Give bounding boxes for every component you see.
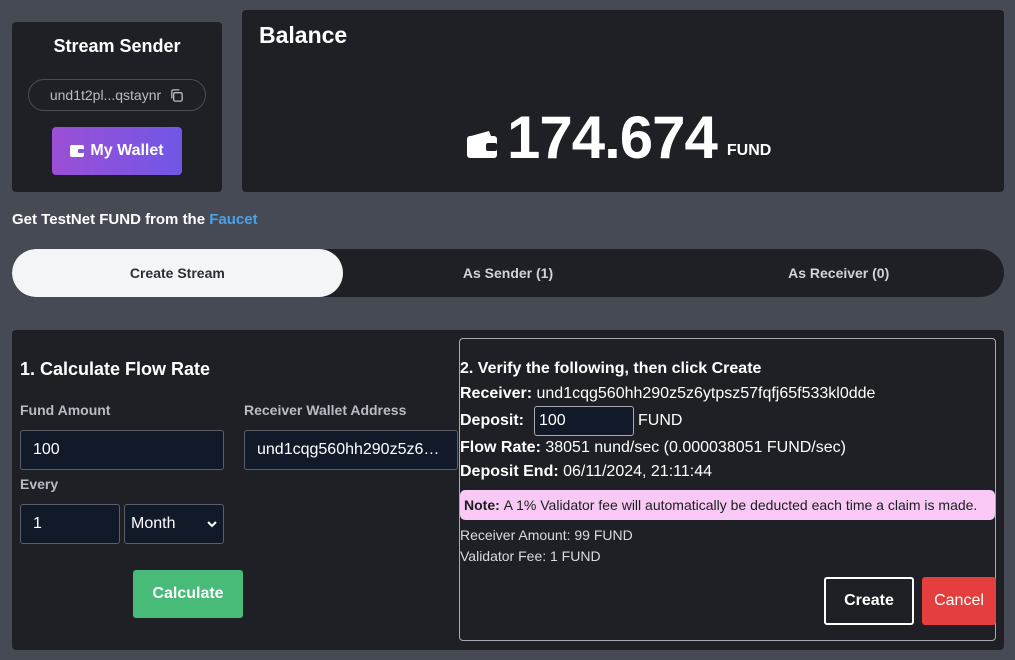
receiver-row: Receiver: und1cqg560hh290z5z6ytpsz57fqfj… [460, 385, 875, 403]
my-wallet-label: My Wallet [90, 142, 164, 159]
wallet-icon [467, 131, 497, 158]
verify-title: 2. Verify the following, then click Crea… [460, 360, 762, 377]
sender-address: und1t2pl...qstaynr [49, 87, 162, 103]
faucet-line: Get TestNet FUND from the Faucet [12, 211, 258, 228]
flow-rate-value: 38051 nund/sec (0.000038051 FUND/sec) [545, 439, 846, 456]
receiver-wallet-label: Receiver Wallet Address [244, 402, 407, 418]
stream-sender-card: Stream Sender und1t2pl...qstaynr My Wall… [12, 22, 222, 192]
faucet-link[interactable]: Faucet [209, 211, 257, 228]
validator-fee-note: Note: A 1% Validator fee will automatica… [460, 490, 995, 520]
every-input[interactable]: 1 [20, 504, 120, 544]
deposit-row-label-wrap: Deposit: [460, 412, 524, 430]
verify-box: 2. Verify the following, then click Crea… [459, 338, 996, 641]
faucet-text: Get TestNet FUND from the [12, 211, 210, 228]
period-select[interactable]: Month [124, 504, 224, 544]
fund-amount-label: Fund Amount [20, 402, 111, 418]
balance-title: Balance [259, 22, 348, 48]
receiver-wallet-input[interactable]: und1cqg560hh290z5z6… [244, 430, 458, 470]
deposit-unit: FUND [638, 412, 683, 429]
deposit-row-label: Deposit: [460, 412, 524, 429]
balance-unit: FUND [726, 142, 772, 159]
flow-rate-row: Flow Rate: 38051 nund/sec (0.000038051 F… [460, 439, 846, 457]
note-text: A 1% Validator fee will automatically be… [503, 497, 978, 513]
every-label: Every [20, 476, 59, 492]
stream-sender-title: Stream Sender [53, 36, 181, 56]
flow-rate-label: Flow Rate: [460, 439, 541, 456]
sender-address-pill[interactable]: und1t2pl...qstaynr [28, 79, 206, 111]
cancel-button[interactable]: Cancel [922, 577, 996, 625]
deposit-end-label: Deposit End: [460, 463, 559, 480]
validator-fee: Validator Fee: 1 FUND [460, 548, 601, 564]
calculate-flow-rate-title: 1. Calculate Flow Rate [20, 359, 211, 379]
deposit-end-row: Deposit End: 06/11/2024, 21:11:44 [460, 463, 712, 481]
calculate-button[interactable]: Calculate [133, 570, 243, 618]
tab-as-sender[interactable]: As Sender (1) [343, 249, 674, 297]
create-stream-panel: 1. Calculate Flow Rate Fund Amount 100 R… [12, 330, 1004, 650]
fund-amount-input[interactable]: 100 [20, 430, 224, 470]
stream-tabs: Create Stream As Sender (1) As Receiver … [12, 249, 1004, 297]
balance-card: Balance 174.674 FUND [242, 10, 1004, 192]
balance-amount-row: 174.674 FUND [467, 106, 771, 170]
deposit-input[interactable]: 100 [534, 406, 634, 436]
create-button[interactable]: Create [824, 577, 914, 625]
receiver-amount: Receiver Amount: 99 FUND [460, 527, 633, 543]
receiver-row-label: Receiver: [460, 385, 533, 402]
wallet-icon [70, 145, 85, 157]
deposit-end-value: 06/11/2024, 21:11:44 [563, 463, 712, 480]
tab-as-receiver[interactable]: As Receiver (0) [673, 249, 1004, 297]
copy-icon[interactable] [169, 88, 184, 103]
receiver-row-value: und1cqg560hh290z5z6ytpsz57fqfj65f533kl0d… [536, 385, 876, 402]
chevron-down-icon [207, 520, 217, 527]
tab-create-stream[interactable]: Create Stream [12, 249, 343, 297]
my-wallet-button[interactable]: My Wallet [52, 127, 182, 175]
balance-amount: 174.674 [507, 104, 718, 171]
note-label: Note: [464, 497, 500, 513]
period-select-value: Month [131, 515, 176, 532]
